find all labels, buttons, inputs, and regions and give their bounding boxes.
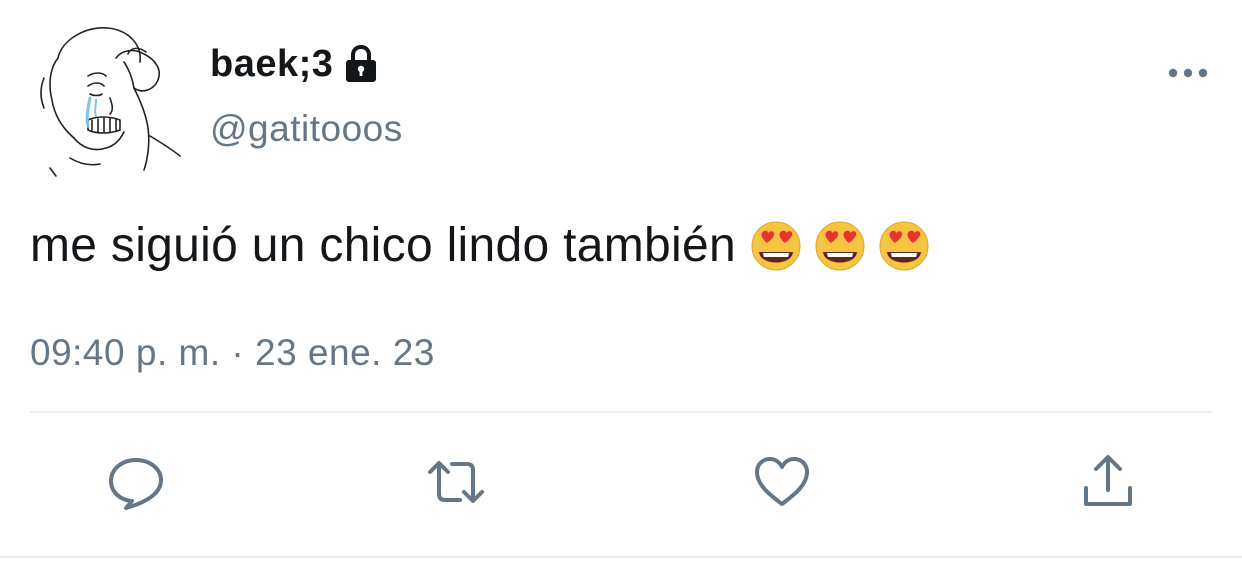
tweet-text: me siguió un chico lindo también [30,218,930,273]
lock-icon [346,44,377,82]
tweet-body: me siguió un chico lindo también [30,219,736,272]
reply-icon [109,458,163,510]
display-name[interactable]: baek;3 [210,43,333,86]
heart-eyes-emoji [751,221,801,270]
bottom-divider [0,556,1242,558]
timestamp[interactable]: 09:40 p. m. · 23 ene. 23 [30,332,435,374]
action-bar [0,450,1242,520]
avatar[interactable] [30,18,190,178]
retweet-icon [428,461,484,503]
share-icon [1084,455,1132,506]
more-dots-icon[interactable] [1164,58,1212,88]
emoji-group [750,220,930,272]
heart-eyes-emoji [815,221,865,270]
divider [30,411,1212,413]
reply-button[interactable] [104,450,168,514]
handle[interactable]: @gatitooos [210,108,403,150]
like-button[interactable] [750,450,814,514]
tweet-card: baek;3 @gatitooos me siguió un chico lin… [0,0,1242,576]
heart-icon [755,457,809,506]
share-button[interactable] [1076,450,1140,514]
author-row: baek;3 [210,40,379,88]
retweet-button[interactable] [424,450,488,514]
heart-eyes-emoji [879,221,929,270]
